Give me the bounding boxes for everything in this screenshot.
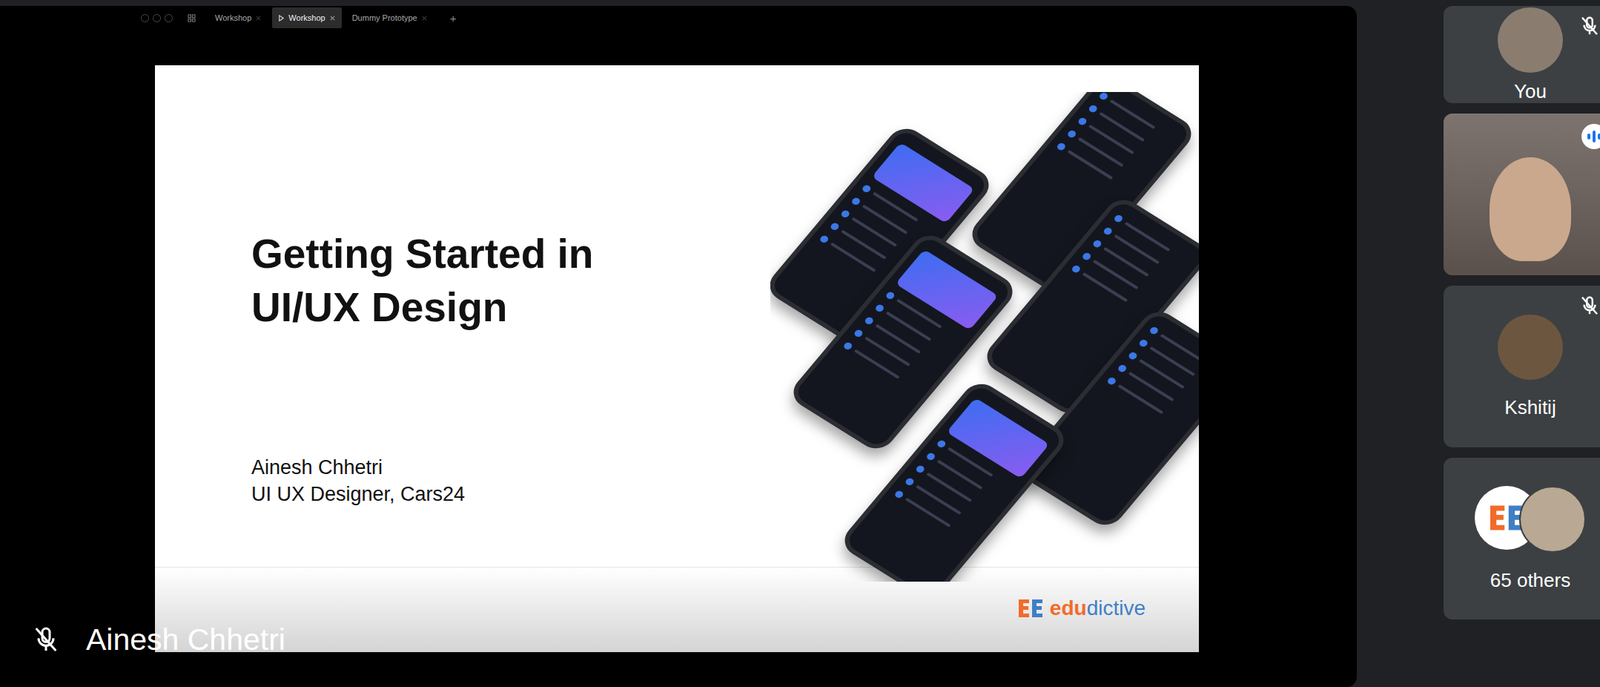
title-line: Getting Started in <box>251 226 594 281</box>
file-grid-icon[interactable] <box>187 14 196 23</box>
avatar-group <box>1474 485 1586 553</box>
phone-screen <box>893 397 1050 542</box>
app-tab-bar: Workshop Workshop Dummy Prototype + <box>0 5 1357 30</box>
mic-off-icon <box>1578 294 1600 317</box>
play-icon <box>278 14 285 22</box>
phone-dot <box>1081 251 1093 261</box>
edudictive-logo-icon <box>1015 596 1046 620</box>
phone-dot <box>1138 338 1150 348</box>
phone-dot <box>914 464 927 474</box>
phone-dot <box>935 438 947 449</box>
phone-dot <box>1106 375 1118 386</box>
phone-dot <box>925 451 937 462</box>
participant-tile[interactable]: You <box>1443 5 1600 104</box>
speaking-bar <box>1587 133 1591 140</box>
participant-tile[interactable]: 65 others <box>1443 457 1600 620</box>
title-line: UI/UX Design <box>251 280 594 334</box>
window-control-dot[interactable] <box>164 14 173 23</box>
app-tab[interactable]: Dummy Prototype <box>346 7 434 29</box>
logo-text: edu <box>1049 595 1087 621</box>
phone-dot <box>818 234 830 244</box>
slide-footer: edudictive <box>154 566 1199 652</box>
phone-dot <box>1055 141 1067 152</box>
slide: Getting Started inUI/UX Design Ainesh Chh… <box>154 65 1199 652</box>
presenter-role: UI UX Designer, Cars24 <box>251 480 594 508</box>
app-tab-label: Workshop <box>288 13 325 23</box>
phone-card <box>946 397 1050 479</box>
phone-dot <box>1102 226 1114 236</box>
window-controls <box>140 14 173 23</box>
app-tab-label: Workshop <box>215 13 252 23</box>
app-tab[interactable]: Workshop <box>209 7 268 29</box>
slide-text: Getting Started inUI/UX Design Ainesh Chh… <box>154 65 594 567</box>
phone-dot <box>1076 116 1088 127</box>
phone-dot <box>1070 263 1082 274</box>
presentation-stage: Workshop Workshop Dummy Prototype + Getting … <box>0 5 1357 687</box>
video-person <box>1489 157 1572 261</box>
mic-off-icon <box>1578 14 1600 38</box>
phone-dot <box>1126 350 1139 361</box>
phone-dot <box>903 476 915 487</box>
presenter-info: Ainesh ChhetriUI UX Designer, Cars24 <box>251 453 594 508</box>
phone-card <box>895 249 999 330</box>
phone-dot <box>1087 103 1099 114</box>
phone-screen <box>1055 91 1178 194</box>
avatar <box>1497 314 1563 380</box>
edudictive-logo: edudictive <box>1015 595 1146 621</box>
phone-dot <box>852 328 864 339</box>
video-frame <box>1443 113 1600 276</box>
participant-name: You <box>1513 80 1547 103</box>
participant-name: 65 others <box>1490 568 1571 591</box>
close-icon[interactable] <box>421 14 428 22</box>
window-control-dot[interactable] <box>152 14 161 23</box>
phone-dot <box>1098 91 1110 101</box>
phone-dot <box>884 290 896 301</box>
new-tab-button[interactable]: + <box>450 11 457 25</box>
mic-off-icon <box>31 624 61 654</box>
speaking-bar <box>1597 133 1600 140</box>
slide-title: Getting Started inUI/UX Design <box>251 226 594 334</box>
slide-body: Getting Started inUI/UX Design Ainesh Chh… <box>154 65 1199 567</box>
phone-dot <box>1112 213 1125 224</box>
phone-screen <box>1070 213 1193 316</box>
phone-dot <box>828 221 841 232</box>
app-tab-label: Dummy Prototype <box>352 13 418 23</box>
close-icon[interactable] <box>255 14 262 22</box>
phone-dot <box>874 303 886 313</box>
phone-dot <box>860 183 872 194</box>
window-control-dot[interactable] <box>140 14 150 23</box>
participant-name: Kshitij <box>1504 395 1556 419</box>
phone-dot <box>1116 363 1128 373</box>
presenter-name: Ainesh Chhetri <box>251 453 594 481</box>
speaking-bar <box>1592 130 1596 143</box>
phone-dot <box>1066 129 1078 139</box>
close-icon[interactable] <box>329 14 336 22</box>
phone-dot <box>893 489 905 499</box>
avatar <box>1497 7 1563 73</box>
phone-dot <box>840 209 852 219</box>
presenter-label: Ainesh Chhetri <box>86 621 286 657</box>
app-tab[interactable]: Workshop <box>272 7 342 29</box>
phones-picture <box>770 91 1199 582</box>
presenter-overlay: Ainesh Chhetri <box>31 621 286 657</box>
phone-card <box>871 142 975 224</box>
phone-dot <box>1148 325 1160 336</box>
participant-tiles: You Kshitij 65 others <box>1443 0 1600 687</box>
logo-text: dictive <box>1086 595 1146 621</box>
avatar <box>1519 485 1586 553</box>
phone-dot <box>842 341 854 351</box>
participant-tile[interactable]: Kshitij <box>1443 285 1600 448</box>
phone-dot <box>1091 238 1103 249</box>
meet-screen: Workshop Workshop Dummy Prototype + Getting … <box>0 0 1600 687</box>
phone-dot <box>850 196 862 207</box>
participant-tile[interactable] <box>1443 113 1600 276</box>
phone-dot <box>863 315 875 326</box>
